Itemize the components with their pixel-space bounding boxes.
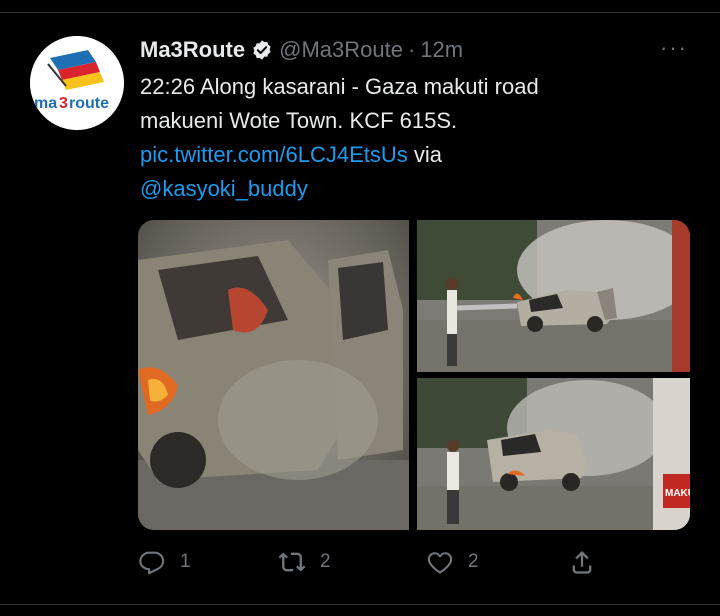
media-grid: MAKU [138, 220, 690, 530]
avatar[interactable]: ma 3 route [30, 36, 124, 130]
verified-badge-icon [251, 39, 273, 61]
retweet-count: 2 [320, 551, 331, 572]
photo-burning-car-closeup[interactable] [138, 220, 409, 530]
retweet-button[interactable]: 2 [278, 540, 331, 584]
logo-text-route: route [69, 95, 109, 112]
reply-count: 1 [180, 551, 191, 572]
retweet-icon [278, 552, 306, 572]
handle[interactable]: @Ma3Route [279, 37, 403, 63]
share-button[interactable] [568, 540, 596, 584]
photo-firefighting-scene[interactable] [417, 220, 690, 372]
truck-label: MAKU [665, 488, 690, 499]
separator-dot: · [407, 37, 416, 62]
heart-icon [427, 552, 453, 574]
display-name[interactable]: Ma3Route [140, 37, 245, 63]
logo-text-3: 3 [59, 95, 68, 112]
more-options-icon[interactable]: ··· [660, 37, 688, 59]
bottom-divider [0, 604, 720, 605]
reply-button[interactable]: 1 [138, 540, 191, 584]
tweet-actions: 1 2 2 [138, 540, 618, 584]
reply-icon [139, 551, 165, 575]
tweet-header: Ma3Route @Ma3Route · 12m [140, 36, 463, 64]
ma3route-logo: ma 3 route [30, 36, 124, 130]
like-button[interactable]: 2 [426, 540, 479, 584]
media-link[interactable]: pic.twitter.com/6LCJ4EtsUs [140, 142, 408, 167]
photo-street-view-with-truck[interactable]: MAKU [417, 378, 690, 530]
like-count: 2 [468, 551, 479, 572]
share-icon [572, 551, 592, 574]
via-text: via [407, 142, 442, 167]
tweet-text-line-2: makueni Wote Town. KCF 615S. [140, 108, 458, 133]
top-divider [0, 12, 720, 13]
tweet-text: 22:26 Along kasarani - Gaza makuti road … [140, 70, 660, 206]
logo-text-ma: ma [34, 95, 57, 112]
timestamp[interactable]: 12m [420, 37, 463, 63]
tweet-text-line-1: 22:26 Along kasarani - Gaza makuti road [140, 74, 539, 99]
mention-link[interactable]: @kasyoki_buddy [140, 176, 308, 201]
